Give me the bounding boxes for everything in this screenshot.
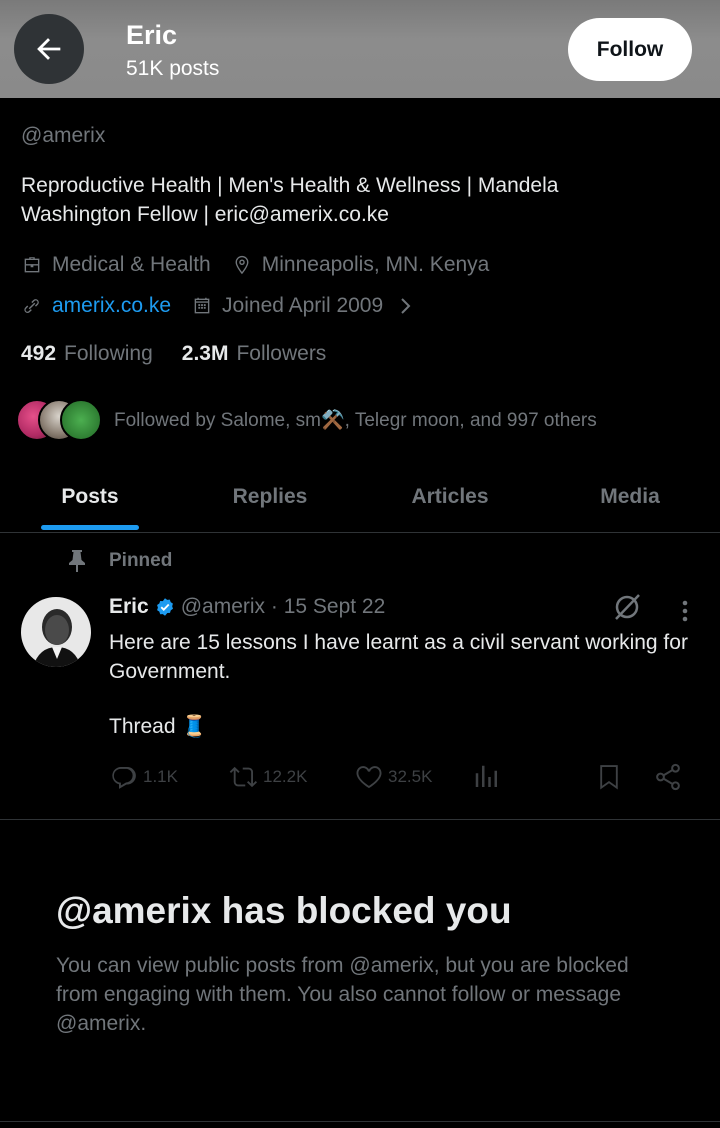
share-icon [656,763,680,791]
calendar-icon [194,297,210,314]
profile-bio: Reproductive Health | Men's Health & Wel… [21,174,559,226]
blocked-message: You can view public posts from @amerix, … [56,954,629,1035]
like-count: 32.5K [388,767,433,786]
profile-website-link[interactable]: amerix.co.ke [52,294,171,318]
profile-handle: @amerix [21,124,106,147]
link-icon [24,299,39,313]
post-handle-date: @amerix · 15 Sept 22 [180,595,386,618]
views-button[interactable] [472,760,506,794]
repost-button[interactable]: 12.2K [229,760,307,794]
profile-meta-row-2: amerix.co.ke Joined April 2009 [21,291,417,321]
heart-icon [356,766,382,789]
tab-articles[interactable]: Articles [360,462,540,532]
post-actions: 1.1K 12.2K 32.5K [109,760,699,794]
bookmark-icon [600,765,618,790]
follow-button[interactable]: Follow [568,18,692,81]
more-options-icon[interactable] [675,598,695,624]
blocked-title: @amerix has blocked you [56,890,512,931]
followed-by-row[interactable]: Followed by Salome, sm⚒️, Telegr moon, a… [16,398,597,442]
tab-posts[interactable]: Posts [0,462,180,532]
repost-count: 12.2K [263,767,308,786]
views-chart-icon [475,765,497,787]
pinned-label: Pinned [109,550,173,571]
profile-location: Minneapolis, MN. Kenya [261,253,490,276]
reply-count: 1.1K [143,767,178,786]
following-stat[interactable]: 492 Following [21,342,153,366]
post-header: Eric @amerix · 15 Sept 22 [109,595,385,619]
followers-count: 2.3M [181,342,229,365]
repost-icon [229,766,257,788]
avatar [60,399,102,441]
reply-button[interactable]: 1.1K [109,760,178,794]
verified-badge-icon [156,598,173,616]
briefcase-icon [24,257,40,273]
profile-stats: 492 Following 2.3M Followers [21,342,355,366]
followed-by-text: Followed by Salome, sm⚒️, Telegr moon, a… [114,410,597,431]
reply-icon [112,767,136,789]
pin-icon [69,550,85,572]
post-author-name[interactable]: Eric [109,595,149,619]
like-button[interactable]: 32.5K [354,760,432,794]
following-count: 492 [21,342,57,365]
followers-stat[interactable]: 2.3M Followers [182,342,327,366]
profile-category: Medical & Health [52,253,211,276]
bottom-divider [0,1121,720,1122]
share-button[interactable] [653,760,687,794]
post-author-avatar[interactable] [21,597,91,667]
profile-tabs: Posts Replies Articles Media [0,462,720,533]
tab-media[interactable]: Media [540,462,720,532]
grok-icon[interactable] [612,592,642,622]
location-pin-icon [235,255,249,275]
avatar-photo [21,597,91,667]
section-divider [0,819,720,820]
profile-meta-row: Medical & Health Minneapolis, MN. Kenya [21,250,489,280]
chevron-right-icon[interactable] [393,294,417,318]
back-button[interactable] [14,14,84,84]
post-thread-line: Thread 🧵 [109,715,208,738]
pinned-indicator: Pinned [66,548,172,574]
following-label: Following [64,342,153,365]
profile-header-bar: Eric 51K posts Follow [0,0,720,98]
header-posts-count: 51K posts [126,57,220,80]
arrow-left-icon [37,38,61,60]
followers-label: Followers [236,342,327,365]
bookmark-button[interactable] [594,760,628,794]
header-name: Eric [126,20,178,50]
post-text[interactable]: Here are 15 lessons I have learnt as a c… [109,628,699,686]
profile-joined-date: Joined April 2009 [222,294,384,317]
tab-replies[interactable]: Replies [180,462,360,532]
